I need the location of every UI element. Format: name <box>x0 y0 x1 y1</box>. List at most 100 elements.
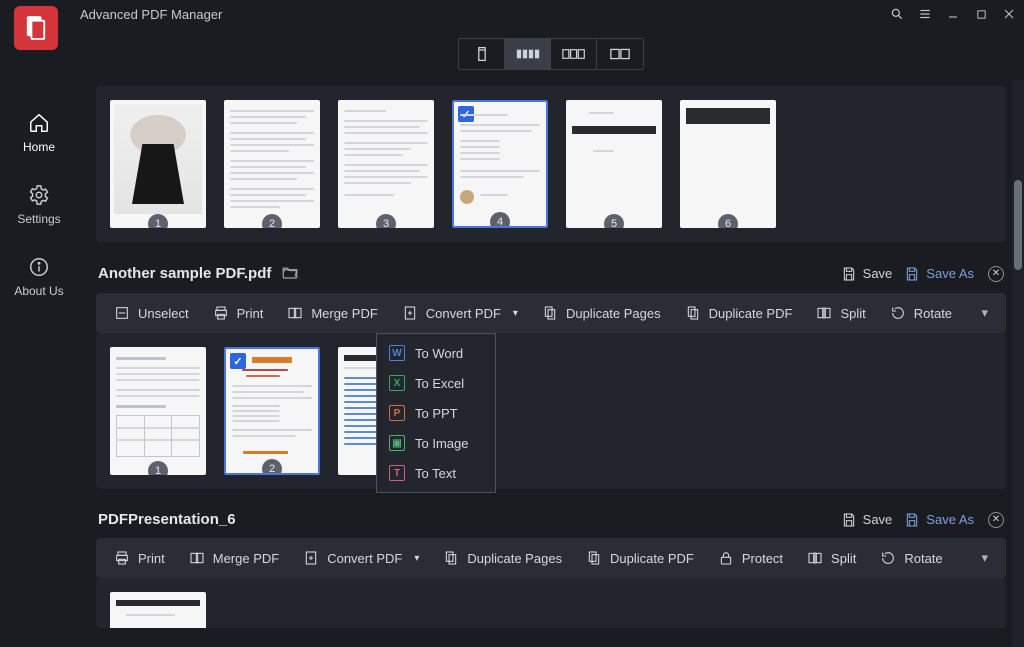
save-as-button[interactable]: Save As <box>904 266 974 282</box>
page-thumbnail[interactable]: 3 <box>338 100 434 228</box>
convert-icon <box>303 550 319 566</box>
convert-to-excel[interactable]: X To Excel <box>377 368 495 398</box>
split-icon <box>807 550 823 566</box>
unselect-icon <box>114 305 130 321</box>
thumbnails-row: 1 2 <box>96 86 1006 242</box>
menu-icon[interactable] <box>918 7 932 21</box>
page-number: 1 <box>148 461 168 475</box>
page-number: 2 <box>262 214 282 228</box>
page-thumbnail[interactable]: 6 <box>680 100 776 228</box>
convert-pdf-button[interactable]: Convert PDF ▾ <box>392 299 528 327</box>
rotate-button[interactable]: Rotate <box>880 299 962 327</box>
rotate-icon <box>880 550 896 566</box>
document-header: PDFPresentation_6 Save Save As ✕ <box>96 507 1006 538</box>
page-thumbnail[interactable]: 1 <box>110 347 206 475</box>
view-grid-large-icon[interactable] <box>551 39 597 69</box>
page-thumbnail[interactable]: 2 <box>224 100 320 228</box>
app-logo <box>14 6 58 50</box>
toolbar-overflow-icon[interactable]: ▾ <box>971 544 998 572</box>
sidebar-item-label: About Us <box>14 284 63 298</box>
convert-to-ppt[interactable]: P To PPT <box>377 398 495 428</box>
document-title: Another sample PDF.pdf <box>98 265 271 282</box>
page-number: 5 <box>604 214 624 228</box>
convert-to-word[interactable]: W To Word <box>377 338 495 368</box>
convert-to-image[interactable]: ▣ To Image <box>377 428 495 458</box>
app-title: Advanced PDF Manager <box>80 7 222 22</box>
sidebar-item-home[interactable]: Home <box>0 106 78 160</box>
convert-pdf-menu: W To Word X To Excel P To PPT ▣ To Image <box>376 333 496 493</box>
document-section: 1 2 <box>96 86 1006 242</box>
duplicate-pages-button[interactable]: Duplicate Pages <box>433 544 572 572</box>
sidebar-item-about[interactable]: About Us <box>0 250 78 304</box>
home-icon <box>28 112 50 134</box>
close-icon[interactable] <box>1002 7 1016 21</box>
document-section: Another sample PDF.pdf Save Save As ✕ <box>96 260 1006 489</box>
page-thumbnail[interactable]: 5 <box>566 100 662 228</box>
duplicate-pdf-button[interactable]: Duplicate PDF <box>576 544 704 572</box>
page-number: 4 <box>490 212 510 228</box>
duplicate-pdf-button[interactable]: Duplicate PDF <box>675 299 803 327</box>
close-document-icon[interactable]: ✕ <box>988 512 1004 528</box>
main-area: 1 2 <box>78 28 1024 647</box>
sidebar: Home Settings About Us <box>0 60 78 647</box>
save-button[interactable]: Save <box>841 266 893 282</box>
lock-icon <box>718 550 734 566</box>
close-document-icon[interactable]: ✕ <box>988 266 1004 282</box>
view-grid-small-icon[interactable] <box>505 39 551 69</box>
minimize-icon[interactable] <box>946 7 960 21</box>
maximize-icon[interactable] <box>974 7 988 21</box>
thumbnails-row <box>96 578 1006 628</box>
page-number: 1 <box>148 214 168 228</box>
document-title: PDFPresentation_6 <box>98 511 236 528</box>
sidebar-item-label: Settings <box>17 212 60 226</box>
folder-open-icon[interactable] <box>281 264 299 283</box>
scrollbar-thumb[interactable] <box>1014 180 1022 270</box>
split-button[interactable]: Split <box>806 299 875 327</box>
duplicate-pdf-icon <box>685 305 701 321</box>
view-two-up-icon[interactable] <box>597 39 643 69</box>
printer-icon <box>114 550 130 566</box>
word-icon: W <box>389 345 405 361</box>
document-header: Another sample PDF.pdf Save Save As ✕ <box>96 260 1006 293</box>
convert-to-text[interactable]: T To Text <box>377 458 495 488</box>
page-thumbnail[interactable]: ✓ 4 <box>452 100 548 228</box>
view-single-icon[interactable] <box>459 39 505 69</box>
text-icon: T <box>389 465 405 481</box>
search-icon[interactable] <box>890 7 904 21</box>
unselect-button[interactable]: Unselect <box>104 299 199 327</box>
convert-pdf-button[interactable]: Convert PDF ▾ <box>293 544 429 572</box>
toolbar-overflow-icon[interactable]: ▾ <box>971 299 998 327</box>
sidebar-item-label: Home <box>23 140 55 154</box>
gear-icon <box>28 184 50 206</box>
chevron-down-icon: ▾ <box>414 553 419 564</box>
duplicate-pages-icon <box>542 305 558 321</box>
page-thumbnail[interactable] <box>110 592 206 628</box>
print-button[interactable]: Print <box>203 299 274 327</box>
protect-button[interactable]: Protect <box>708 544 793 572</box>
split-icon <box>816 305 832 321</box>
split-button[interactable]: Split <box>797 544 866 572</box>
save-as-button[interactable]: Save As <box>904 512 974 528</box>
duplicate-pages-icon <box>443 550 459 566</box>
document-toolbar: Print Merge PDF Convert PDF ▾ Duplicate … <box>96 538 1006 578</box>
merge-icon <box>287 305 303 321</box>
vertical-scrollbar[interactable] <box>1012 80 1024 647</box>
rotate-button[interactable]: Rotate <box>870 544 952 572</box>
merge-pdf-button[interactable]: Merge PDF <box>277 299 387 327</box>
thumbnails-row: 1 ✓ 2 <box>96 333 1006 489</box>
duplicate-pages-button[interactable]: Duplicate Pages <box>532 299 671 327</box>
page-thumbnail[interactable]: ✓ 2 <box>224 347 320 475</box>
titlebar: Advanced PDF Manager <box>0 0 1024 28</box>
merge-pdf-button[interactable]: Merge PDF <box>179 544 289 572</box>
print-button[interactable]: Print <box>104 544 175 572</box>
page-thumbnail[interactable]: 1 <box>110 100 206 228</box>
chevron-down-icon: ▾ <box>513 308 518 319</box>
sidebar-item-settings[interactable]: Settings <box>0 178 78 232</box>
save-button[interactable]: Save <box>841 512 893 528</box>
document-section: PDFPresentation_6 Save Save As ✕ Print <box>96 507 1006 628</box>
document-list: 1 2 <box>78 80 1024 647</box>
ppt-icon: P <box>389 405 405 421</box>
merge-icon <box>189 550 205 566</box>
duplicate-pdf-icon <box>586 550 602 566</box>
convert-icon <box>402 305 418 321</box>
